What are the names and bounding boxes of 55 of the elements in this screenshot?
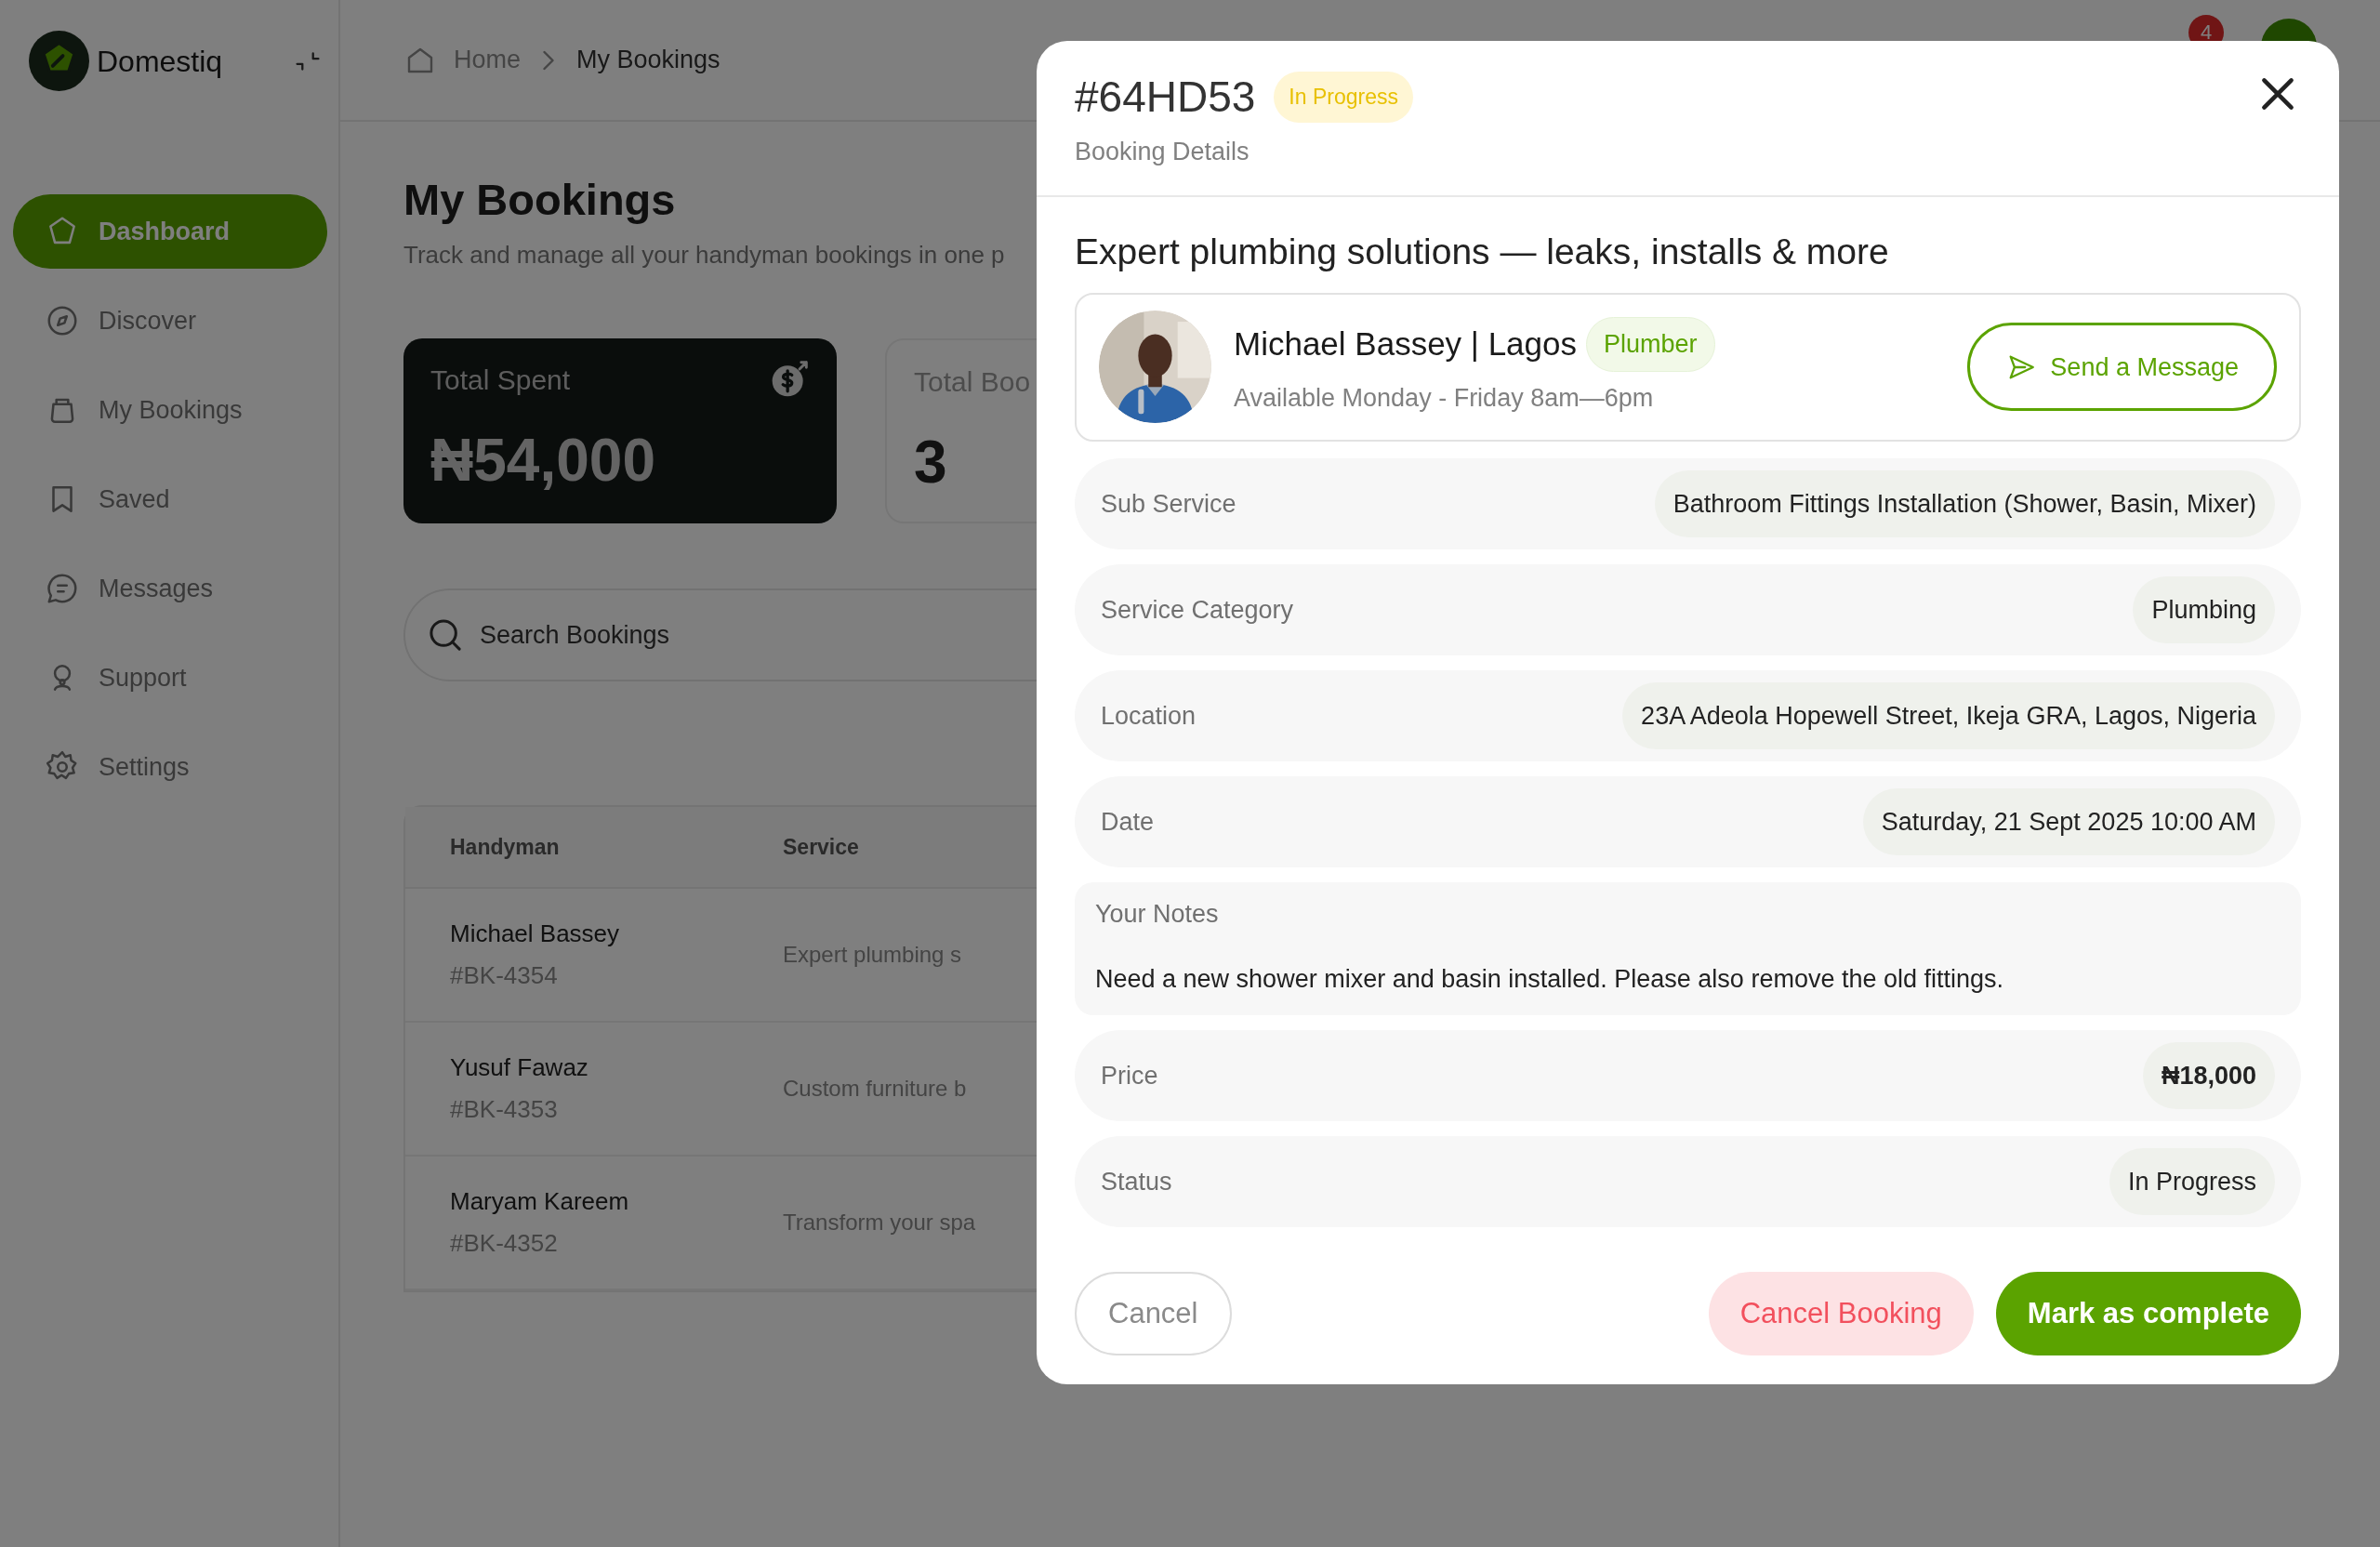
logo-icon [29,31,89,91]
service-text: Transform your spa [783,1210,976,1236]
detail-label: Status [1101,1166,1172,1197]
booking-code: #64HD53 [1075,72,1256,123]
handyman-name: Maryam Kareem [450,1186,630,1218]
nav-item[interactable]: Messages [13,551,327,626]
breadcrumb-link[interactable]: Home [454,41,522,79]
complete-button[interactable]: Mark as complete [1995,1271,2301,1355]
detail-value: Bathroom Fittings Installation (Shower, Basin, Mixer) [1654,469,2275,538]
chevron-icon [543,49,555,71]
service-text: Custom furniture b [783,1076,967,1102]
detail-label: Price [1101,1060,1158,1091]
nav-item[interactable]: Support [13,641,327,715]
nav-item[interactable]: Discover [13,284,327,358]
provider-name: Michael Bassey | Lagos [1234,324,1577,364]
nav-item[interactable]: Dashboard [13,194,327,269]
detail-value: In Progress [2109,1147,2275,1216]
booking-id: #BK-4352 [450,1228,559,1260]
column-header: Handyman [450,835,560,860]
availability-text: Available Monday - Friday 8am—6pm [1234,382,1655,414]
status-badge: In Progress [1274,72,1413,123]
page-title: My Bookings [403,174,677,226]
detail-value: 23A Adeola Hopewell Street, Ikeja GRA, Lagos, Nigeria [1622,681,2275,750]
nav-item[interactable]: Saved [13,462,327,536]
send-message-button[interactable]: Send a Message [1967,323,2277,412]
detail-label: Service Category [1101,594,1294,626]
detail-label: Sub Service [1101,488,1236,520]
cancel-button[interactable]: Cancel [1075,1271,1232,1355]
detail-value: Saturday, 21 Sept 2025 10:00 AM [1862,787,2275,856]
detail-value: ₦18,000 [2142,1041,2275,1110]
nav-item[interactable]: Settings [13,730,327,804]
cancel-booking-button[interactable]: Cancel Booking [1708,1271,1974,1355]
detail-label: Location [1101,700,1197,732]
booking-id: #BK-4353 [450,1094,559,1126]
page-subtitle: Track and manage all your handyman bookings in one p [403,240,1005,271]
role-badge: Plumber [1586,317,1715,372]
search-icon [430,619,461,652]
nav-item[interactable]: My Bookings [13,373,327,447]
modal-subtitle: Booking Details [1075,137,1250,167]
breadcrumb-link[interactable]: My Bookings [576,41,721,79]
booking-id: #BK-4354 [450,960,559,992]
notes-text: Need a new shower mixer and basin installed. Please also remove the old fittings. [1095,964,2005,996]
collapse-icon [296,51,320,71]
brand-name: Domestiq [97,43,223,80]
stat-value: ₦54,000 [430,426,655,496]
service-text: Expert plumbing s [783,942,962,968]
detail-label: Date [1101,806,1155,838]
column-header: Service [783,835,859,860]
stat-value: 3 [914,428,947,498]
handyman-name: Yusuf Fawaz [450,1052,589,1084]
detail-label: Your Notes [1095,898,1220,930]
stat-label: Total Spent [430,364,571,398]
service-title: Expert plumbing solutions — leaks, installs & more [1075,231,1890,273]
handyman-name: Michael Bassey [450,919,621,950]
detail-value: Plumbing [2133,575,2275,644]
